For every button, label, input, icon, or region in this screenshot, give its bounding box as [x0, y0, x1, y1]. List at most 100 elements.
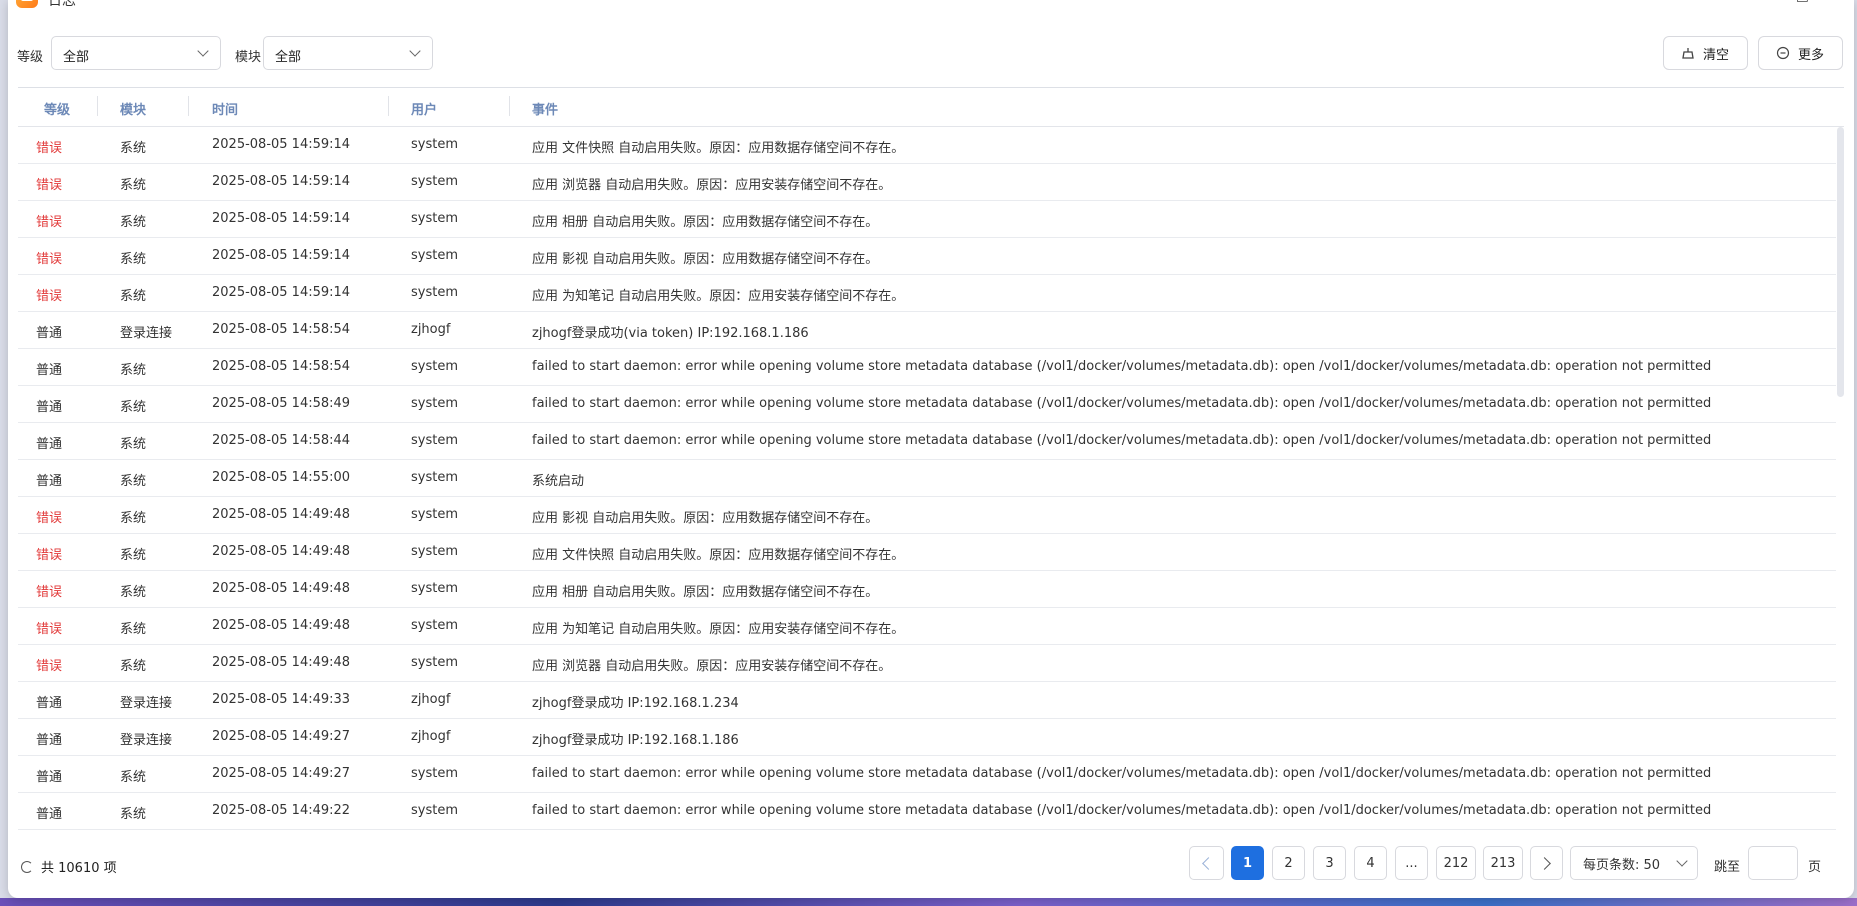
table-row[interactable]: 普通 系统 2025-08-05 14:49:22 system failed to s… — [18, 793, 1836, 830]
cell-event: failed to start daemon: error while open… — [532, 803, 1712, 818]
clear-button[interactable]: 清空 — [1663, 36, 1748, 70]
cell-time: 2025-08-05 14:58:49 — [212, 396, 351, 411]
table-row[interactable]: 普通 登录连接 2025-08-05 14:49:27 zjhogf zjhogf登录成… — [18, 719, 1836, 756]
cell-user: system — [411, 618, 458, 633]
level-select[interactable]: 全部 — [51, 36, 221, 70]
cell-module: 系统 — [120, 289, 147, 304]
column-header-time[interactable]: 时间 — [212, 99, 238, 118]
maximize-icon[interactable]: □ — [1796, 0, 1809, 4]
next-page-button[interactable] — [1530, 846, 1563, 880]
column-header-event[interactable]: 事件 — [532, 99, 558, 118]
table-row[interactable]: 普通 系统 2025-08-05 14:55:00 system 系统启动 — [18, 460, 1836, 497]
cell-event: zjhogf登录成功 IP:192.168.1.234 — [532, 696, 739, 711]
level-filter-label: 等级 — [17, 50, 44, 65]
clear-brush-icon — [1682, 48, 1694, 59]
cell-level: 错误 — [36, 215, 63, 230]
page-size-select[interactable]: 每页条数: 50 — [1570, 846, 1698, 880]
cell-level: 普通 — [36, 733, 63, 748]
cell-user: system — [411, 803, 458, 818]
table-row[interactable]: 错误 系统 2025-08-05 14:49:48 system 应用 相册 自动启用失… — [18, 571, 1836, 608]
table-row[interactable]: 错误 系统 2025-08-05 14:49:48 system 应用 为知笔记 自动启… — [18, 608, 1836, 645]
cell-event: 应用 文件快照 自动启用失败。原因：应用数据存储空间不存在。 — [532, 548, 905, 563]
cell-level: 普通 — [36, 326, 63, 341]
cell-event: failed to start daemon: error while open… — [532, 433, 1712, 448]
column-header-user[interactable]: 用户 — [411, 99, 437, 118]
cell-module: 系统 — [120, 141, 147, 156]
cell-module: 登录连接 — [120, 326, 173, 341]
page-button-1[interactable]: 1 — [1231, 846, 1264, 880]
cell-level: 错误 — [36, 659, 63, 674]
prev-page-button[interactable] — [1189, 846, 1224, 880]
module-select[interactable]: 全部 — [263, 36, 433, 70]
scrollbar-thumb[interactable] — [1837, 127, 1844, 397]
cell-time: 2025-08-05 14:59:14 — [212, 174, 351, 189]
cell-event: 应用 为知笔记 自动启用失败。原因：应用安装存储空间不存在。 — [532, 622, 905, 637]
cell-time: 2025-08-05 14:49:27 — [212, 766, 351, 781]
cell-user: system — [411, 137, 458, 152]
table-row[interactable]: 普通 系统 2025-08-05 14:58:54 system failed to s… — [18, 349, 1836, 386]
table-row[interactable]: 错误 系统 2025-08-05 14:59:14 system 应用 相册 自动启用失… — [18, 201, 1836, 238]
log-window: 日志 □ ✕ 等级 全部 模块 全部 清空 更多 — [8, 0, 1854, 898]
cell-user: system — [411, 248, 458, 263]
cell-module: 系统 — [120, 585, 147, 600]
cell-event: 应用 文件快照 自动启用失败。原因：应用数据存储空间不存在。 — [532, 141, 905, 156]
module-select-value: 全部 — [275, 50, 302, 65]
page-button-3[interactable]: 3 — [1313, 846, 1346, 880]
page-button-213[interactable]: 213 — [1483, 846, 1523, 880]
table-scrollbar[interactable] — [1837, 127, 1844, 832]
cell-level: 错误 — [36, 622, 63, 637]
cell-time: 2025-08-05 14:49:27 — [212, 729, 351, 744]
page-button-4[interactable]: 4 — [1354, 846, 1387, 880]
page-ellipsis-button[interactable]: ... — [1395, 846, 1428, 880]
table-row[interactable]: 错误 系统 2025-08-05 14:49:48 system 应用 影视 自动启用失… — [18, 497, 1836, 534]
cell-time: 2025-08-05 14:49:48 — [212, 655, 351, 670]
refresh-icon[interactable] — [21, 860, 33, 873]
table-row[interactable]: 普通 系统 2025-08-05 14:49:27 system failed to s… — [18, 756, 1836, 793]
log-app-icon — [16, 0, 38, 8]
table-row[interactable]: 错误 系统 2025-08-05 14:59:14 system 应用 为知笔记 自动启… — [18, 275, 1836, 312]
cell-time: 2025-08-05 14:59:14 — [212, 211, 351, 226]
table-row[interactable]: 普通 系统 2025-08-05 14:58:44 system failed to s… — [18, 423, 1836, 460]
cell-event: 应用 浏览器 自动启用失败。原因：应用安装存储空间不存在。 — [532, 659, 892, 674]
column-header-level[interactable]: 等级 — [44, 99, 70, 118]
table-row[interactable]: 普通 系统 2025-08-05 14:58:49 system failed to s… — [18, 386, 1836, 423]
cell-time: 2025-08-05 14:58:54 — [212, 322, 351, 337]
title-bar: 日志 □ ✕ — [8, 0, 1854, 9]
page-button-212[interactable]: 212 — [1436, 846, 1476, 880]
jump-page-input[interactable] — [1748, 846, 1798, 880]
table-row[interactable]: 普通 登录连接 2025-08-05 14:49:33 zjhogf zjhogf登录成… — [18, 682, 1836, 719]
cell-time: 2025-08-05 14:49:48 — [212, 544, 351, 559]
cell-time: 2025-08-05 14:55:00 — [212, 470, 351, 485]
cell-level: 普通 — [36, 363, 63, 378]
cell-event: zjhogf登录成功(via token) IP:192.168.1.186 — [532, 326, 809, 341]
page-button-2[interactable]: 2 — [1272, 846, 1305, 880]
cell-user: system — [411, 655, 458, 670]
table-row[interactable]: 错误 系统 2025-08-05 14:49:48 system 应用 浏览器 自动启用… — [18, 645, 1836, 682]
cell-time: 2025-08-05 14:59:14 — [212, 137, 351, 152]
cell-level: 普通 — [36, 437, 63, 452]
close-icon[interactable]: ✕ — [1830, 0, 1842, 4]
cell-level: 错误 — [36, 141, 63, 156]
cell-level: 错误 — [36, 585, 63, 600]
cell-time: 2025-08-05 14:58:44 — [212, 433, 351, 448]
cell-level: 错误 — [36, 289, 63, 304]
cell-event: 系统启动 — [532, 474, 585, 489]
more-button[interactable]: 更多 — [1758, 36, 1843, 70]
chevron-down-icon — [1676, 855, 1688, 867]
table-row[interactable]: 错误 系统 2025-08-05 14:59:14 system 应用 影视 自动启用失… — [18, 238, 1836, 275]
table-row[interactable]: 错误 系统 2025-08-05 14:49:48 system 应用 文件快照 自动启… — [18, 534, 1836, 571]
column-divider — [509, 96, 510, 116]
column-header-module[interactable]: 模块 — [120, 99, 146, 118]
chevron-down-icon — [197, 45, 209, 57]
cell-user: system — [411, 211, 458, 226]
cell-level: 普通 — [36, 770, 63, 785]
table-row[interactable]: 普通 登录连接 2025-08-05 14:58:54 zjhogf zjhogf登录成… — [18, 312, 1836, 349]
cell-level: 错误 — [36, 178, 63, 193]
cell-level: 普通 — [36, 400, 63, 415]
cell-module: 系统 — [120, 400, 147, 415]
cell-module: 系统 — [120, 770, 147, 785]
table-row[interactable]: 错误 系统 2025-08-05 14:59:14 system 应用 文件快照 自动启… — [18, 127, 1836, 164]
cell-event: 应用 为知笔记 自动启用失败。原因：应用安装存储空间不存在。 — [532, 289, 905, 304]
cell-time: 2025-08-05 14:49:48 — [212, 581, 351, 596]
table-row[interactable]: 错误 系统 2025-08-05 14:59:14 system 应用 浏览器 自动启用… — [18, 164, 1836, 201]
